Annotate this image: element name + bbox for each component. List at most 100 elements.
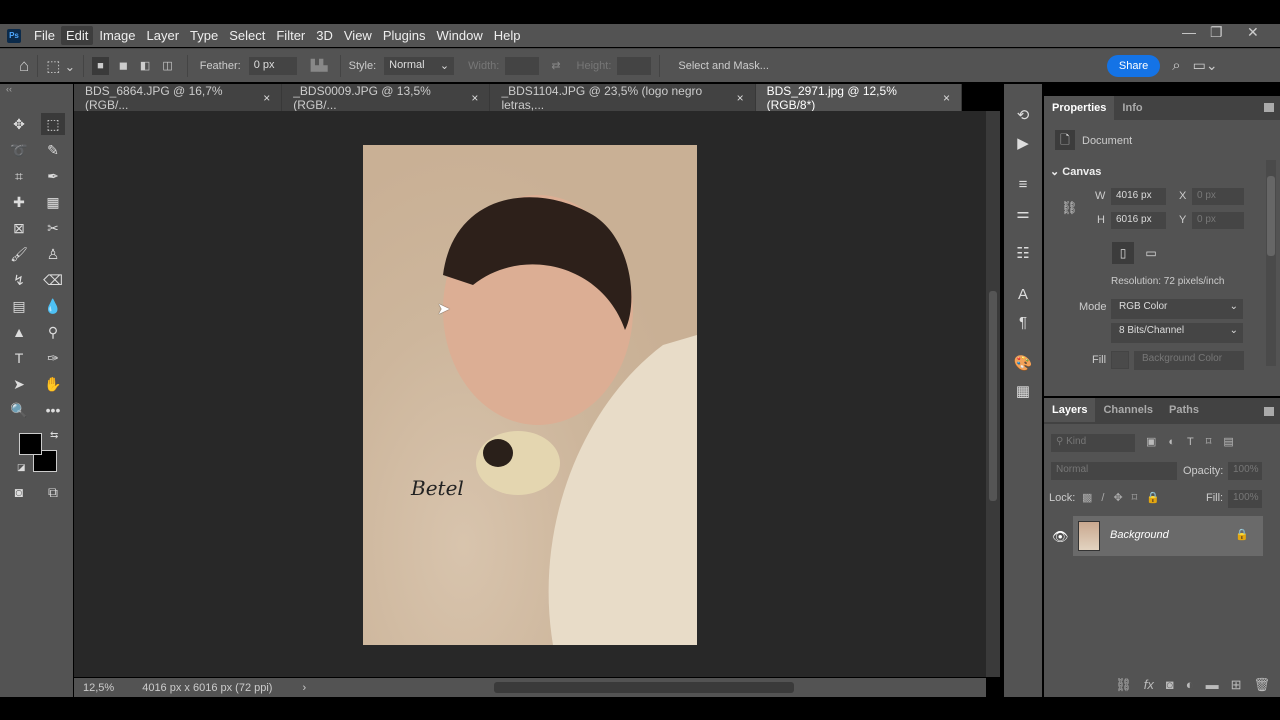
delete-layer-icon[interactable]: 🗑	[1253, 677, 1270, 693]
quick-select-tool-icon[interactable]: ✎	[41, 139, 65, 161]
new-group-icon[interactable]: ▬	[1206, 677, 1219, 692]
menu-help[interactable]: Help	[489, 26, 526, 45]
minimize-icon[interactable]: —	[1182, 24, 1196, 40]
feather-input[interactable]: 0 px	[248, 56, 297, 75]
anti-alias-icon[interactable]: ▙▙	[311, 59, 328, 72]
history-brush-icon[interactable]: ↯	[7, 269, 31, 291]
new-layer-icon[interactable]: ⊞	[1231, 677, 1242, 693]
canvas-height-input[interactable]: 6016 px	[1111, 212, 1166, 229]
menu-window[interactable]: Window	[431, 26, 487, 45]
tab-paths[interactable]: Paths	[1161, 398, 1207, 422]
close-window-icon[interactable]: ✕	[1247, 24, 1259, 41]
adjustment-layer-icon[interactable]: ◐	[1186, 677, 1194, 692]
scissors-icon[interactable]: ✂	[41, 217, 65, 239]
horizontal-scrollbar[interactable]	[494, 682, 794, 693]
new-selection-icon[interactable]: ■	[92, 56, 109, 75]
canvas-x-input[interactable]: 0 px	[1192, 188, 1244, 205]
screen-mode-icon[interactable]: ⧉	[41, 481, 65, 503]
link-layers-icon[interactable]: ⛓	[1115, 677, 1132, 693]
quick-mask-icon[interactable]: ◙	[7, 481, 31, 503]
path-select-icon[interactable]: ➤	[7, 373, 31, 395]
height-input[interactable]	[617, 56, 652, 75]
fill-swatch[interactable]	[1111, 351, 1129, 369]
menu-select[interactable]: Select	[224, 26, 270, 45]
add-mask-icon[interactable]: ◙	[1166, 677, 1174, 692]
tab-bds1104[interactable]: _BDS1104.JPG @ 23,5% (logo negro letras,…	[490, 84, 756, 112]
fill-select[interactable]: Background Color	[1134, 351, 1244, 370]
link-icon[interactable]: ⛓	[1061, 200, 1078, 216]
fill-input[interactable]: 100%	[1228, 490, 1262, 508]
add-selection-icon[interactable]: ◼	[119, 59, 128, 72]
character-icon[interactable]: A	[1013, 286, 1033, 306]
stamp-tool-icon[interactable]: ♙	[41, 243, 65, 265]
close-tab-icon[interactable]: ×	[471, 91, 478, 105]
burn-tool-icon[interactable]: ⚲	[41, 321, 65, 343]
libraries-icon[interactable]: ☷	[1013, 244, 1033, 264]
mode-select[interactable]: RGB Color ⌄	[1111, 299, 1243, 319]
home-icon[interactable]: ⌂	[19, 56, 29, 76]
close-tab-icon[interactable]: ×	[263, 91, 270, 105]
tab-bds0009[interactable]: _BDS0009.JPG @ 13,5% (RGB/... ×	[282, 84, 491, 112]
patch-tool-icon[interactable]: ▦	[41, 191, 65, 213]
dodge-tool-icon[interactable]: ▲	[7, 321, 31, 343]
frame-tool-icon[interactable]: ⊠	[7, 217, 31, 239]
swatches-icon[interactable]: 🎨	[1013, 354, 1033, 374]
canvas-y-input[interactable]: 0 px	[1192, 212, 1244, 229]
visibility-eye-icon[interactable]: 👁	[1052, 529, 1069, 545]
adjustments-icon[interactable]: ⚌	[1013, 204, 1033, 224]
menu-layer[interactable]: Layer	[142, 26, 185, 45]
restore-icon[interactable]: ❐	[1210, 24, 1223, 41]
marquee-tool-icon[interactable]: ⬚	[41, 113, 65, 135]
menu-plugins[interactable]: Plugins	[378, 26, 431, 45]
portrait-orientation-icon[interactable]: ▯	[1112, 242, 1134, 264]
chevron-right-icon[interactable]: ›	[302, 682, 306, 694]
intersect-selection-icon[interactable]: ◫	[162, 59, 172, 72]
scroll-thumb[interactable]	[989, 291, 997, 501]
close-tab-icon[interactable]: ×	[737, 91, 744, 105]
fx-icon[interactable]: fx	[1144, 677, 1154, 692]
subtract-selection-icon[interactable]: ◧	[140, 59, 150, 72]
document-image[interactable]: Betel	[363, 145, 697, 645]
vertical-scrollbar[interactable]	[986, 111, 1000, 677]
collapse-icon[interactable]: ‹‹	[6, 84, 12, 94]
menu-image[interactable]: Image	[94, 26, 140, 45]
landscape-orientation-icon[interactable]: ▭	[1140, 242, 1162, 264]
workspace-icon[interactable]: ▭⌄	[1193, 57, 1218, 74]
layer-row-background[interactable]: Background 🔒	[1073, 516, 1263, 556]
menu-view[interactable]: View	[339, 26, 377, 45]
panel-menu-icon[interactable]	[1264, 103, 1274, 112]
zoom-tool-icon[interactable]: 🔍	[7, 399, 31, 421]
grid-icon[interactable]: ▦	[1013, 382, 1033, 402]
style-select[interactable]: Normal ⌄	[384, 56, 455, 75]
swap-icon[interactable]: ⇄	[551, 59, 560, 72]
scroll-thumb[interactable]	[1267, 176, 1275, 256]
width-input[interactable]	[505, 56, 540, 75]
swap-colors-icon[interactable]: ⇆	[50, 430, 58, 441]
search-icon[interactable]: ⌕	[1172, 57, 1180, 74]
hand-tool-icon[interactable]: ✋	[41, 373, 65, 395]
eraser-tool-icon[interactable]: ⌫	[41, 269, 65, 291]
tab-layers[interactable]: Layers	[1044, 398, 1096, 422]
tab-bds-6864[interactable]: BDS_6864.JPG @ 16,7% (RGB/... ×	[74, 84, 283, 112]
bit-depth-select[interactable]: 8 Bits/Channel ⌄	[1111, 323, 1243, 343]
pen-tool-icon[interactable]: ✑	[41, 347, 65, 369]
menu-type[interactable]: Type	[185, 26, 223, 45]
brush-tool-icon[interactable]: 🖌	[7, 243, 31, 265]
layer-filter-icons[interactable]: ▣◐T⌑▤	[1146, 435, 1246, 448]
menu-file[interactable]: File	[29, 26, 60, 45]
default-colors-icon[interactable]: ◪	[17, 462, 26, 473]
panel-menu-icon[interactable]	[1264, 407, 1274, 416]
opacity-input[interactable]: 100%	[1228, 462, 1262, 480]
layer-name[interactable]: Background	[1110, 529, 1169, 541]
lasso-tool-icon[interactable]: ➰	[7, 139, 31, 161]
layer-kind-filter[interactable]: ⚲ Kind	[1051, 434, 1135, 452]
tab-properties[interactable]: Properties	[1044, 96, 1115, 120]
foreground-color-swatch[interactable]	[19, 433, 42, 455]
actions-play-icon[interactable]: ▶	[1013, 134, 1033, 154]
tab-info[interactable]: Info	[1114, 96, 1150, 120]
select-and-mask-button[interactable]: Select and Mask...	[670, 57, 777, 75]
zoom-level[interactable]: 12,5%	[83, 682, 114, 694]
type-tool-icon[interactable]: T	[7, 347, 31, 369]
canvas-section-toggle[interactable]: ⌄ Canvas	[1050, 165, 1101, 178]
canvas-width-input[interactable]: 4016 px	[1111, 188, 1166, 205]
